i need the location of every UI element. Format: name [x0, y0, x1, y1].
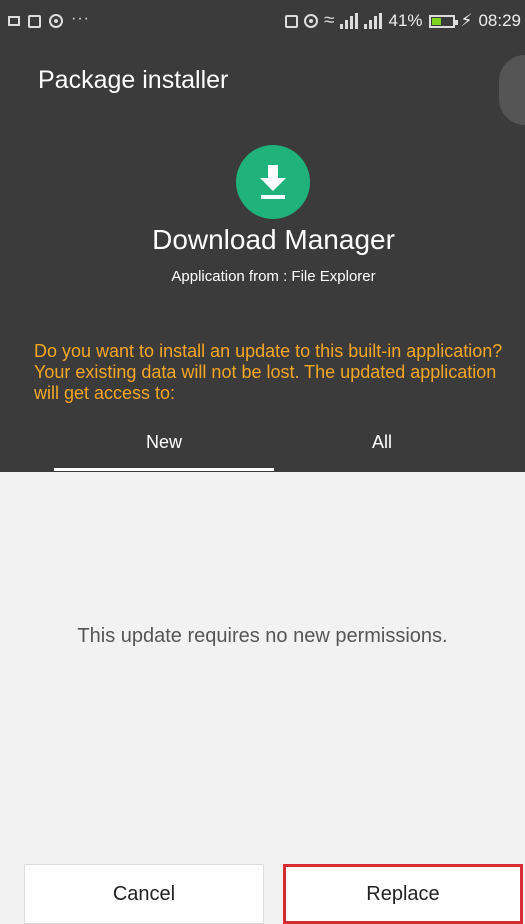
- vibrate-icon: [285, 14, 299, 28]
- tab-all[interactable]: All: [372, 432, 392, 453]
- header-panel: ··· ≈ 41% ⚡ 08:29 Package installer Down…: [0, 0, 525, 472]
- app-name: Download Manager: [152, 224, 395, 255]
- status-right-icons: ≈ 41% ⚡ 08:29: [285, 11, 521, 31]
- permissions-message: This update requires no new permissions.: [77, 625, 448, 647]
- tab-new[interactable]: New: [146, 432, 182, 453]
- replace-button[interactable]: Replace: [283, 864, 523, 924]
- clock: 08:29: [478, 11, 521, 30]
- signal-icon-1: [340, 13, 359, 29]
- tab-indicator: [54, 468, 274, 471]
- charging-icon: ⚡: [460, 11, 473, 30]
- wifi-icon: ≈: [324, 10, 335, 31]
- signal-icon-2: [364, 13, 383, 29]
- notification-icon: [8, 16, 20, 26]
- page-title: Package installer: [38, 66, 229, 94]
- edge-handle[interactable]: [499, 55, 525, 125]
- battery-percent: 41%: [388, 11, 423, 30]
- status-bar: ··· ≈ 41% ⚡ 08:29: [0, 0, 525, 42]
- record-icon: [49, 14, 63, 28]
- alarm-icon: [304, 14, 319, 28]
- status-left-icons: ···: [8, 11, 90, 31]
- battery-icon: [428, 14, 458, 28]
- app-source: Application from : File Explorer: [171, 268, 376, 285]
- more-notifications-icon: ···: [71, 10, 90, 27]
- download-icon: [236, 145, 310, 219]
- screenshot-icon: [28, 14, 41, 28]
- cancel-button[interactable]: Cancel: [24, 864, 264, 924]
- install-prompt: Do you want to install an update to this…: [34, 341, 503, 403]
